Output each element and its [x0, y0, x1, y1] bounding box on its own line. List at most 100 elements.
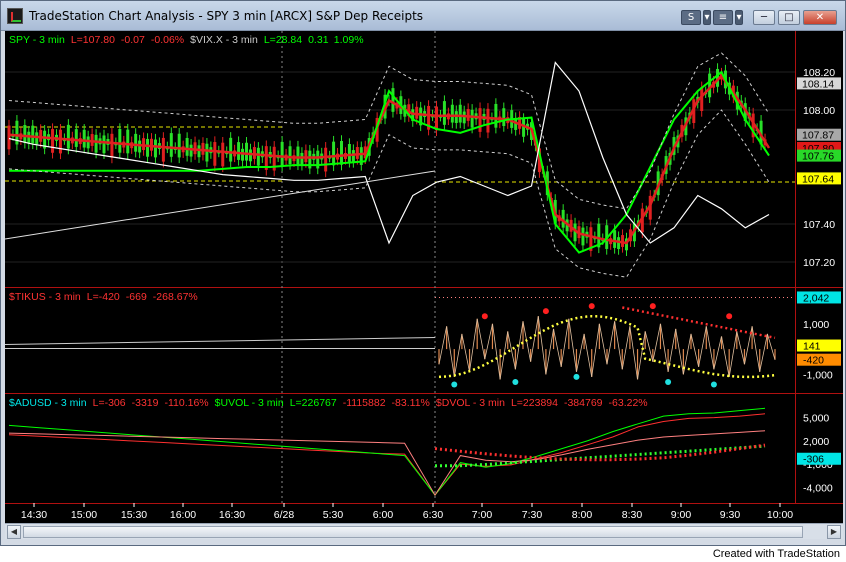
tick-axis-label: 1,000	[803, 319, 829, 331]
legend-item: L=107.80	[71, 34, 115, 46]
candle-body	[138, 140, 142, 153]
legend-item: SPY - 3 min	[9, 34, 65, 46]
scrollbar-thumb[interactable]	[23, 526, 803, 538]
x-axis-label: 15:30	[121, 509, 147, 521]
breadth-axis-label: -4,000	[803, 482, 833, 494]
candle-body	[241, 148, 245, 161]
panel-legend: $TIKUS - 3 min L=-420 -669 -268.67%	[9, 291, 198, 303]
candle-body	[340, 141, 343, 165]
candle-body	[86, 136, 90, 149]
symbol-button[interactable]: S	[681, 10, 701, 25]
candle-body	[288, 146, 292, 165]
candle-body	[161, 137, 165, 162]
x-axis-label: 6:30	[423, 509, 444, 521]
breadth-series-line	[8, 407, 766, 496]
menu-dropdown-icon[interactable]: ▾	[735, 10, 743, 25]
scroll-left-button[interactable]: ◀	[7, 525, 21, 539]
legend-item: L=28.84	[264, 34, 302, 46]
legend-item: 1.09%	[334, 34, 364, 46]
candle-body	[74, 129, 78, 147]
legend-item: -83.11%	[392, 397, 430, 409]
candle-body	[494, 103, 498, 128]
x-axis-label: 7:00	[472, 509, 493, 521]
legend-item: -63.22%	[609, 397, 648, 409]
tick-low-marker	[573, 373, 580, 380]
tick-high-marker	[726, 313, 733, 320]
tick-low-marker	[512, 378, 519, 385]
candle-body	[35, 132, 39, 145]
tick-average-line	[438, 314, 776, 379]
legend-item: -0.06%	[151, 34, 184, 46]
candle-body	[58, 129, 62, 154]
chart-window: TradeStation Chart Analysis - SPY 3 min …	[0, 0, 846, 546]
x-axis-label: 16:30	[219, 509, 245, 521]
x-axis-label: 5:30	[323, 509, 344, 521]
price-axis-label: 108.20	[803, 67, 835, 79]
legend-item: -268.67%	[153, 291, 198, 303]
chart-svg[interactable]: SPY - 3 min L=107.80 -0.07 -0.06% $VIX.X - 3…	[4, 31, 843, 523]
candle-body	[193, 142, 197, 155]
candle-body	[229, 137, 233, 162]
candle-body	[94, 134, 98, 153]
window-title: TradeStation Chart Analysis - SPY 3 min …	[29, 9, 424, 23]
candle-body	[462, 111, 466, 124]
scroll-right-button[interactable]: ▶	[827, 525, 841, 539]
candle-body	[454, 111, 458, 123]
candle-body	[142, 138, 146, 151]
candle-body	[150, 138, 153, 151]
legend-item: $ADUSD - 3 min	[9, 397, 87, 409]
candle-body	[177, 133, 181, 158]
tick-badge-label: 141	[803, 341, 821, 353]
candle-body	[351, 150, 355, 162]
candle-body	[581, 227, 585, 246]
candle-body	[478, 108, 482, 132]
legend-item: $TIKUS - 3 min	[9, 291, 81, 303]
panel-legend: $ADUSD - 3 min L=-306 -3319 -110.16% $UVOL -…	[9, 397, 648, 409]
candle-body	[213, 142, 217, 166]
symbol-dropdown-icon[interactable]: ▾	[703, 10, 711, 25]
horizontal-scrollbar[interactable]: ◀ ▶	[5, 523, 843, 539]
tradestation-app-icon	[7, 8, 23, 24]
legend-item: L=223894	[511, 397, 558, 409]
candle-body	[205, 143, 209, 162]
legend-item: $DVOL - 3 min	[436, 397, 505, 409]
legend-item: -384769	[564, 397, 603, 409]
candle-body	[502, 108, 506, 127]
x-axis-label: 9:30	[720, 509, 741, 521]
candles	[7, 63, 767, 257]
candle-body	[296, 146, 300, 165]
legend-item: 0.31	[308, 34, 329, 46]
candle-body	[450, 104, 454, 123]
maximize-button[interactable]: □	[778, 10, 800, 25]
tick-high-marker	[481, 313, 488, 320]
tick-flat-line	[4, 337, 436, 346]
tick-low-marker	[451, 381, 458, 388]
legend-item: -0.07	[121, 34, 145, 46]
x-axis-label: 15:00	[71, 509, 97, 521]
x-axis-label: 6:00	[373, 509, 394, 521]
tick-badge-label: 2,042	[803, 292, 829, 304]
candle-body	[435, 106, 438, 131]
candle-body	[82, 129, 86, 148]
legend-item: L=-306	[93, 397, 126, 409]
tick-axis-label: -1,000	[803, 369, 833, 381]
candle-body	[90, 134, 94, 146]
candle-body	[7, 125, 11, 150]
candle-body	[522, 118, 526, 137]
x-axis-label: 16:00	[170, 509, 196, 521]
candle-body	[118, 128, 122, 153]
legend-item: -3319	[132, 397, 159, 409]
candle-body	[31, 125, 35, 144]
legend-item: -110.16%	[164, 397, 208, 409]
candle-body	[185, 138, 189, 156]
panel-legend: SPY - 3 min L=107.80 -0.07 -0.06% $VIX.X - 3…	[9, 34, 364, 46]
minimize-button[interactable]: ─	[753, 10, 775, 25]
candle-body	[324, 147, 328, 172]
candle-body	[51, 129, 55, 153]
menu-button[interactable]: ≡	[713, 10, 733, 25]
chart-area[interactable]: SPY - 3 min L=107.80 -0.07 -0.06% $VIX.X - 3…	[4, 31, 843, 523]
candle-body	[304, 150, 308, 163]
close-button[interactable]: ✕	[803, 10, 837, 25]
price-badge-label: 107.87	[802, 130, 834, 142]
candle-body	[66, 124, 70, 149]
